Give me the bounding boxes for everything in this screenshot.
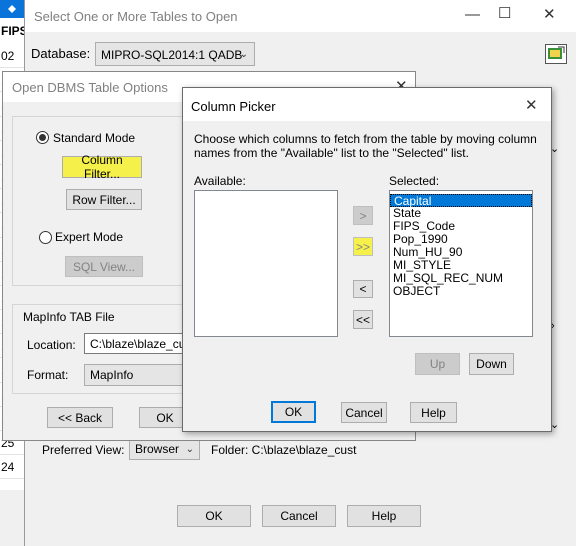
minimize-icon[interactable]: —	[465, 7, 480, 22]
grid-corner-icon	[0, 0, 24, 18]
expert-mode-radio[interactable]	[39, 231, 52, 244]
picker-cancel-button[interactable]: Cancel	[341, 402, 387, 423]
available-label: Available:	[194, 174, 246, 188]
maximize-icon[interactable]: ☐	[498, 6, 511, 21]
column-picker-dialog: Column Picker ✕ Choose which columns to …	[182, 87, 552, 432]
move-all-left-button[interactable]: <<	[353, 310, 373, 329]
standard-mode-radio[interactable]	[36, 131, 49, 144]
available-list[interactable]	[194, 190, 338, 337]
chevron-down-icon: ⌄	[185, 444, 194, 455]
move-left-button[interactable]: <	[353, 280, 373, 298]
back-button[interactable]: << Back	[47, 407, 113, 428]
move-right-button[interactable]: >	[353, 206, 373, 225]
selected-list[interactable]: Capital State FIPS_Code Pop_1990 Num_HU_90 MI…	[389, 190, 533, 337]
column-picker-title: Column Picker	[191, 99, 276, 114]
chevron-down-icon: ⌄	[239, 49, 248, 60]
dbms-options-title: Open DBMS Table Options	[12, 80, 168, 95]
open-tables-title: Select One or More Tables to Open	[34, 9, 238, 24]
location-field[interactable]: C:\blaze\blaze_cust	[84, 333, 188, 354]
open-tables-titlebar: Select One or More Tables to Open — ☐ ✕	[25, 0, 576, 32]
table-icon[interactable]	[545, 44, 567, 64]
standard-mode-label: Standard Mode	[53, 131, 136, 145]
down-button[interactable]: Down	[469, 353, 514, 375]
format-value: MapInfo	[90, 368, 134, 382]
sql-view-button[interactable]: SQL View...	[65, 256, 143, 277]
close-icon[interactable]: ✕	[525, 98, 538, 113]
format-select[interactable]: MapInfo	[84, 364, 188, 386]
cancel-button[interactable]: Cancel	[262, 505, 336, 527]
row-filter-button[interactable]: Row Filter...	[66, 189, 142, 210]
selected-list-item[interactable]: OBJECT	[390, 285, 532, 298]
format-label: Format:	[27, 368, 69, 382]
picker-ok-button[interactable]: OK	[271, 401, 316, 423]
database-select[interactable]: MIPRO-SQL2014:1 QADB ⌄	[95, 42, 255, 66]
location-label: Location:	[27, 338, 76, 352]
grid-bottom-strip	[0, 490, 26, 546]
database-label: Database:	[31, 46, 91, 61]
expert-mode-label: Expert Mode	[55, 230, 124, 244]
column-picker-instructions: Choose which columns to fetch from the t…	[194, 132, 537, 160]
database-value: MIPRO-SQL2014:1 QADB	[101, 48, 243, 62]
folder-label: Folder: C:\blaze\blaze_cust	[211, 443, 357, 457]
preferred-view-select[interactable]: Browser ⌄	[129, 438, 200, 460]
column-picker-titlebar: Column Picker ✕	[183, 88, 551, 121]
location-value: C:\blaze\blaze_cust	[90, 337, 188, 351]
up-button[interactable]: Up	[415, 353, 460, 375]
selected-label: Selected:	[389, 174, 440, 188]
ok-button[interactable]: OK	[177, 505, 251, 527]
move-all-right-button[interactable]: >>	[353, 237, 373, 256]
picker-help-button[interactable]: Help	[410, 402, 457, 423]
preferred-view-label: Preferred View:	[42, 443, 125, 457]
grid-row[interactable]: 02	[0, 44, 26, 69]
grid-row[interactable]: 24	[0, 455, 26, 480]
close-icon[interactable]: ✕	[543, 7, 556, 22]
preferred-view-value: Browser	[135, 442, 180, 456]
help-button[interactable]: Help	[347, 505, 421, 527]
tab-file-label: MapInfo TAB File	[21, 310, 117, 324]
column-filter-button[interactable]: Column Filter...	[62, 153, 142, 181]
